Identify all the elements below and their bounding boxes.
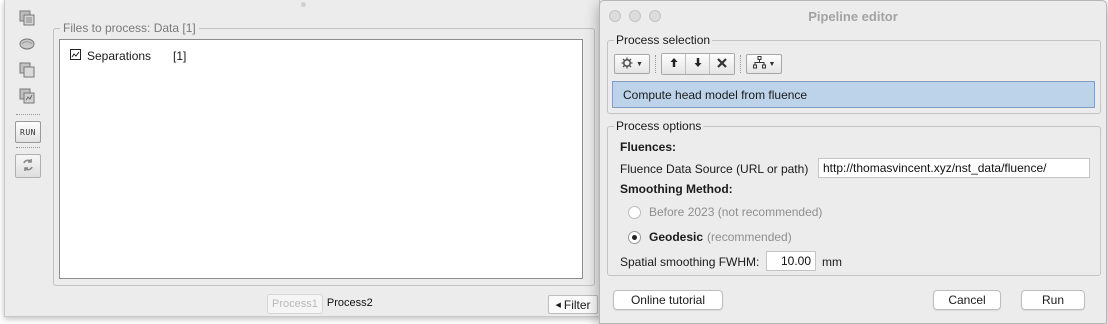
radio-geodesic[interactable]: Geodesic (recommended) [628,230,792,244]
process-tabs: Process1 Process2 [267,294,377,314]
run-button[interactable]: Run [1021,290,1085,310]
move-up-button[interactable] [662,54,686,74]
toolbar-separator [740,55,741,73]
recordings-icon[interactable] [19,62,37,78]
move-down-button[interactable] [686,54,710,74]
radio-circle-on [628,230,641,244]
pipeline-tree-icon [752,56,766,72]
toolbar-separator [655,55,656,73]
delete-process-button[interactable] [710,54,734,74]
radio-circle-off [628,205,641,219]
tab-process1[interactable]: Process1 [267,294,323,314]
process-list-item[interactable]: Compute head model from fluence [612,81,1095,108]
fwhm-label: Spatial smoothing FWHM: [620,255,760,269]
add-process-button[interactable]: ▼ [614,54,650,74]
chevron-down-icon: ▼ [636,60,643,68]
condition-icon [70,49,81,63]
data-files-icon[interactable] [19,10,37,26]
arrow-down-icon [693,57,703,71]
fluences-header: Fluences: [620,140,677,154]
triangle-left-icon: ◀ [555,301,561,309]
titlebar: Pipeline editor [600,1,1106,32]
arrow-up-icon [669,57,679,71]
pipeline-editor-window: Pipeline editor Process selection ▼ ▼ Co… [599,0,1107,324]
toolbar-separator [16,114,40,115]
smoothing-method-header: Smoothing Method: [620,182,733,196]
fluence-source-input[interactable] [818,158,1090,178]
close-icon [716,57,728,72]
radio-before-2023[interactable]: Before 2023 (not recommended) [628,205,822,219]
radio-geodesic-label: Geodesic [649,230,704,244]
files-tree[interactable]: Separations [1] [59,39,583,279]
radio-geodesic-hint: (recommended) [707,230,792,244]
filter-button[interactable]: ◀ Filter [548,295,598,314]
refresh-arrows-icon [21,158,35,175]
radio-dot [632,234,637,240]
fwhm-unit: mm [822,255,842,269]
radio-before-2023-label: Before 2023 (not recommended) [649,205,823,219]
files-to-process-panel: Files to process: Data [1] Separations [… [53,21,595,286]
order-buttons-group [661,53,735,75]
window-title: Pipeline editor [808,9,898,24]
tab-process2[interactable]: Process2 [323,294,377,312]
chevron-down-icon: ▼ [768,60,776,68]
process-selection-legend: Process selection [614,33,713,47]
process-selection-panel: Process selection ▼ ▼ Compute head model… [607,33,1101,114]
sources-icon[interactable] [19,36,37,52]
process-selection-toolbar: ▼ ▼ [614,53,782,75]
gear-icon [621,57,633,72]
window-grip [301,2,306,7]
process-toolbar: RUN [11,10,41,178]
pipeline-menu-button[interactable]: ▼ [746,54,782,74]
process-window: RUN Files to process: Data [1] Separatio… [4,0,600,317]
process-options-legend: Process options [614,119,704,133]
toolbar-separator [16,147,40,148]
results-icon[interactable] [19,88,37,104]
process-options-panel: Process options Fluences: Fluence Data S… [607,119,1101,276]
fwhm-input[interactable] [766,251,816,271]
cancel-button[interactable]: Cancel [933,290,1001,310]
files-legend: Files to process: Data [1] [60,21,199,35]
tree-node-count: [1] [173,49,187,63]
run-pipeline-button[interactable]: RUN [15,121,41,143]
tree-node-separations[interactable]: Separations [1] [70,49,186,63]
fluence-source-label: Fluence Data Source (URL or path) [620,162,809,176]
online-tutorial-button[interactable]: Online tutorial [613,290,723,310]
reload-button[interactable] [15,154,41,178]
filter-label: Filter [563,297,591,312]
tree-node-label: Separations [87,49,152,63]
